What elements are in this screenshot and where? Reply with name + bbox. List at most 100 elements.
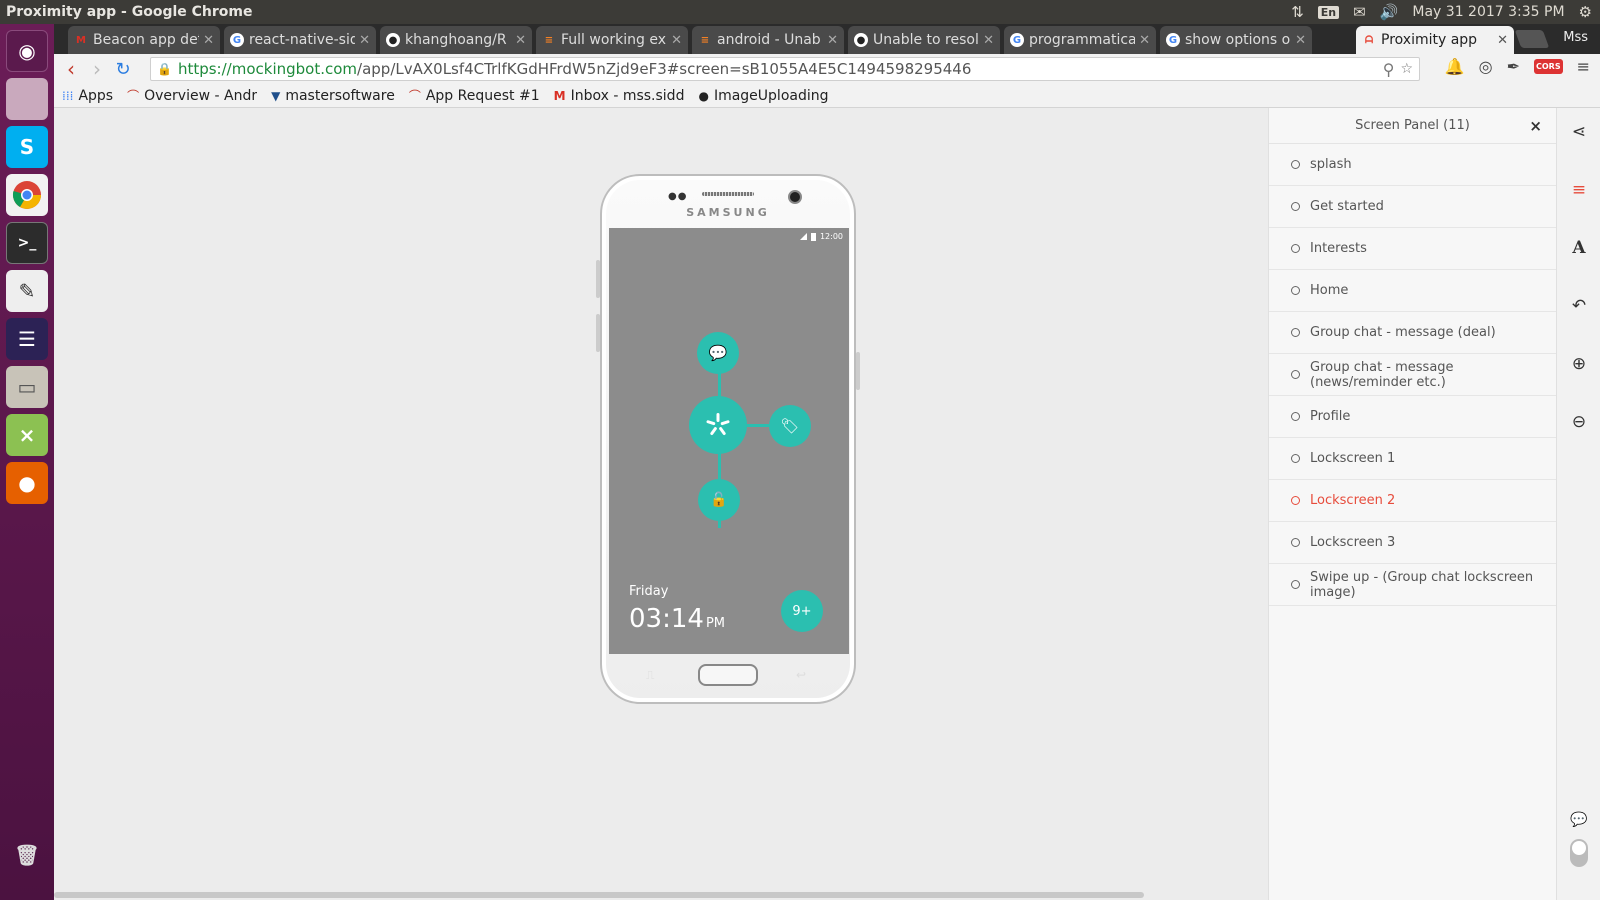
screen-item-label: Lockscreen 3 bbox=[1310, 535, 1396, 550]
bookmark-label: Inbox - mss.sidd bbox=[570, 87, 685, 104]
tab-android-unable[interactable]: ≡ android - Unab ✕ bbox=[692, 26, 844, 54]
screen-panel-title: Screen Panel (11) bbox=[1355, 118, 1470, 133]
screen-item-group-chat-deal[interactable]: Group chat - message (deal) bbox=[1269, 312, 1556, 354]
phone-brand: SAMSUNG bbox=[686, 206, 770, 219]
lockscreen-2-screen[interactable]: 12:00 💬 🏷 🔓 Friday 03:14 PM 9+ bbox=[609, 228, 849, 654]
screen-list-icon[interactable]: ≡ bbox=[1557, 180, 1600, 200]
bitbucket-icon: ⌒ bbox=[127, 89, 140, 103]
tab-beacon-app[interactable]: M Beacon app det ✕ bbox=[68, 26, 220, 54]
forward-arrow-icon[interactable]: › bbox=[84, 57, 110, 81]
chrome-icon[interactable] bbox=[6, 174, 48, 216]
chrome-menu-icon[interactable]: ≡ bbox=[1577, 57, 1590, 76]
horizontal-scrollbar[interactable] bbox=[54, 892, 1144, 898]
android-studio-icon[interactable]: ⨯ bbox=[6, 414, 48, 456]
network-icon[interactable]: ⇅ bbox=[1291, 3, 1304, 21]
screen-item-splash[interactable]: splash bbox=[1269, 144, 1556, 186]
close-tab-icon[interactable]: ✕ bbox=[1497, 33, 1508, 48]
workspace-switcher-icon[interactable] bbox=[6, 78, 48, 120]
bookmark-apps[interactable]: ⁞⁞⁞ Apps bbox=[62, 88, 113, 104]
close-tab-icon[interactable]: ✕ bbox=[671, 33, 682, 48]
unlock-icon[interactable]: 🔓 bbox=[698, 479, 740, 521]
back-arrow-icon[interactable]: ‹ bbox=[58, 57, 84, 81]
tab-label: Proximity app bbox=[1381, 32, 1478, 48]
terminal-icon[interactable]: >_ bbox=[6, 222, 48, 264]
share-icon[interactable]: ⋖ bbox=[1557, 122, 1600, 142]
record-extension-icon[interactable]: ◎ bbox=[1479, 57, 1493, 76]
cors-extension-icon[interactable]: CORS bbox=[1534, 59, 1563, 74]
keyboard-language-indicator[interactable]: En bbox=[1317, 5, 1340, 19]
tag-deal-icon[interactable]: 🏷 bbox=[769, 405, 811, 447]
new-tab-button[interactable] bbox=[1514, 30, 1550, 48]
zoom-out-icon[interactable]: ⊖ bbox=[1557, 412, 1600, 432]
text-editor-icon[interactable]: ✎ bbox=[6, 270, 48, 312]
extensions-bar: 🔔 ◎ ✒ CORS ≡ bbox=[1445, 57, 1600, 76]
time-ampm: PM bbox=[705, 616, 725, 631]
screen-item-lockscreen-2[interactable]: Lockscreen 2 bbox=[1269, 480, 1556, 522]
eclipse-icon[interactable]: ☰ bbox=[6, 318, 48, 360]
eyedropper-icon[interactable]: ✒ bbox=[1507, 57, 1520, 76]
trash-icon[interactable]: 🗑 bbox=[6, 834, 48, 876]
screen-item-lockscreen-3[interactable]: Lockscreen 3 bbox=[1269, 522, 1556, 564]
yelp-burst-icon[interactable] bbox=[689, 396, 747, 454]
zoom-in-icon[interactable]: ⊕ bbox=[1557, 354, 1600, 374]
screen-item-profile[interactable]: Profile bbox=[1269, 396, 1556, 438]
tab-show-options[interactable]: G show options o ✕ bbox=[1160, 26, 1312, 54]
bookmark-mastersoftware[interactable]: ▼ mastersoftware bbox=[271, 88, 395, 104]
notification-count-badge[interactable]: 9+ bbox=[781, 590, 823, 632]
toggle-switch[interactable] bbox=[1557, 838, 1600, 873]
lock-icon[interactable]: 🔒 bbox=[157, 62, 172, 76]
firefox-icon[interactable]: ● bbox=[6, 462, 48, 504]
font-icon[interactable]: A bbox=[1557, 238, 1600, 258]
tab-label: khanghoang/R bbox=[405, 32, 507, 48]
screen-item-interests[interactable]: Interests bbox=[1269, 228, 1556, 270]
screen-item-group-chat-news[interactable]: Group chat - message (news/reminder etc.… bbox=[1269, 354, 1556, 396]
tab-label: android - Unab bbox=[717, 32, 821, 48]
zoom-icon[interactable]: ⚲ bbox=[1383, 60, 1395, 79]
close-tab-icon[interactable]: ✕ bbox=[203, 33, 214, 48]
address-bar[interactable]: 🔒 https://mockingbot.com/app/LvAX0Lsf4CT… bbox=[150, 57, 1420, 81]
skype-icon[interactable]: S bbox=[6, 126, 48, 168]
close-tab-icon[interactable]: ✕ bbox=[827, 33, 838, 48]
close-tab-icon[interactable]: ✕ bbox=[983, 33, 994, 48]
bookmark-inbox[interactable]: M Inbox - mss.sidd bbox=[554, 88, 685, 104]
tab-programmatically[interactable]: G programmatica ✕ bbox=[1004, 26, 1156, 54]
screen-item-lockscreen-1[interactable]: Lockscreen 1 bbox=[1269, 438, 1556, 480]
close-tab-icon[interactable]: ✕ bbox=[1139, 33, 1150, 48]
volume-icon[interactable]: 🔊 bbox=[1380, 3, 1399, 21]
canvas-area[interactable]: ●● SAMSUNG 12:00 💬 🏷 🔓 Friday 03:14 PM 9+… bbox=[54, 108, 1268, 900]
notification-bell-icon[interactable]: 🔔 bbox=[1445, 57, 1465, 76]
profile-button[interactable]: Mss bbox=[1557, 27, 1594, 48]
power-settings-icon[interactable]: ⚙ bbox=[1579, 3, 1592, 21]
tab-react-native-side[interactable]: G react-native-sid ✕ bbox=[224, 26, 376, 54]
clock[interactable]: May 31 2017 3:35 PM bbox=[1412, 4, 1564, 20]
undo-icon[interactable]: ↶ bbox=[1557, 296, 1600, 316]
screen-item-get-started[interactable]: Get started bbox=[1269, 186, 1556, 228]
tab-full-working-example[interactable]: ≡ Full working ex ✕ bbox=[536, 26, 688, 54]
screen-item-home[interactable]: Home bbox=[1269, 270, 1556, 312]
bookmark-imageuploading[interactable]: ● ImageUploading bbox=[698, 88, 828, 104]
tab-proximity-app[interactable]: ᗩ Proximity app ✕ bbox=[1356, 26, 1514, 54]
close-tab-icon[interactable]: ✕ bbox=[1295, 33, 1306, 48]
wechat-chat-icon[interactable]: 💬 bbox=[697, 332, 739, 374]
tab-khanghoang[interactable]: ● khanghoang/R ✕ bbox=[380, 26, 532, 54]
phone-status-bar: 12:00 bbox=[799, 232, 843, 241]
bookmark-label: mastersoftware bbox=[285, 87, 395, 104]
bookmark-app-request[interactable]: ⌒ App Request #1 bbox=[409, 87, 540, 104]
lockscreen-day: Friday bbox=[629, 584, 669, 599]
close-tab-icon[interactable]: ✕ bbox=[359, 33, 370, 48]
circle-icon bbox=[1291, 286, 1300, 295]
bookmark-label: App Request #1 bbox=[425, 87, 540, 104]
bookmark-star-icon[interactable]: ☆ bbox=[1400, 61, 1413, 77]
bookmark-overview-android[interactable]: ⌒ Overview - Andr bbox=[127, 87, 257, 104]
signal-icon bbox=[799, 233, 807, 240]
file-manager-icon[interactable]: ▭ bbox=[6, 366, 48, 408]
comment-icon[interactable]: 💬 bbox=[1557, 812, 1600, 828]
tab-unable-to-resolve[interactable]: ● Unable to resol ✕ bbox=[848, 26, 1000, 54]
close-tab-icon[interactable]: ✕ bbox=[515, 33, 526, 48]
reload-icon[interactable]: ↻ bbox=[110, 59, 136, 80]
dash-home-icon[interactable]: ◉ bbox=[6, 30, 48, 72]
circle-icon bbox=[1291, 538, 1300, 547]
mail-icon[interactable]: ✉ bbox=[1353, 3, 1366, 21]
screen-item-swipe-up[interactable]: Swipe up - (Group chat lockscreen image) bbox=[1269, 564, 1556, 606]
close-icon[interactable]: × bbox=[1529, 117, 1542, 135]
